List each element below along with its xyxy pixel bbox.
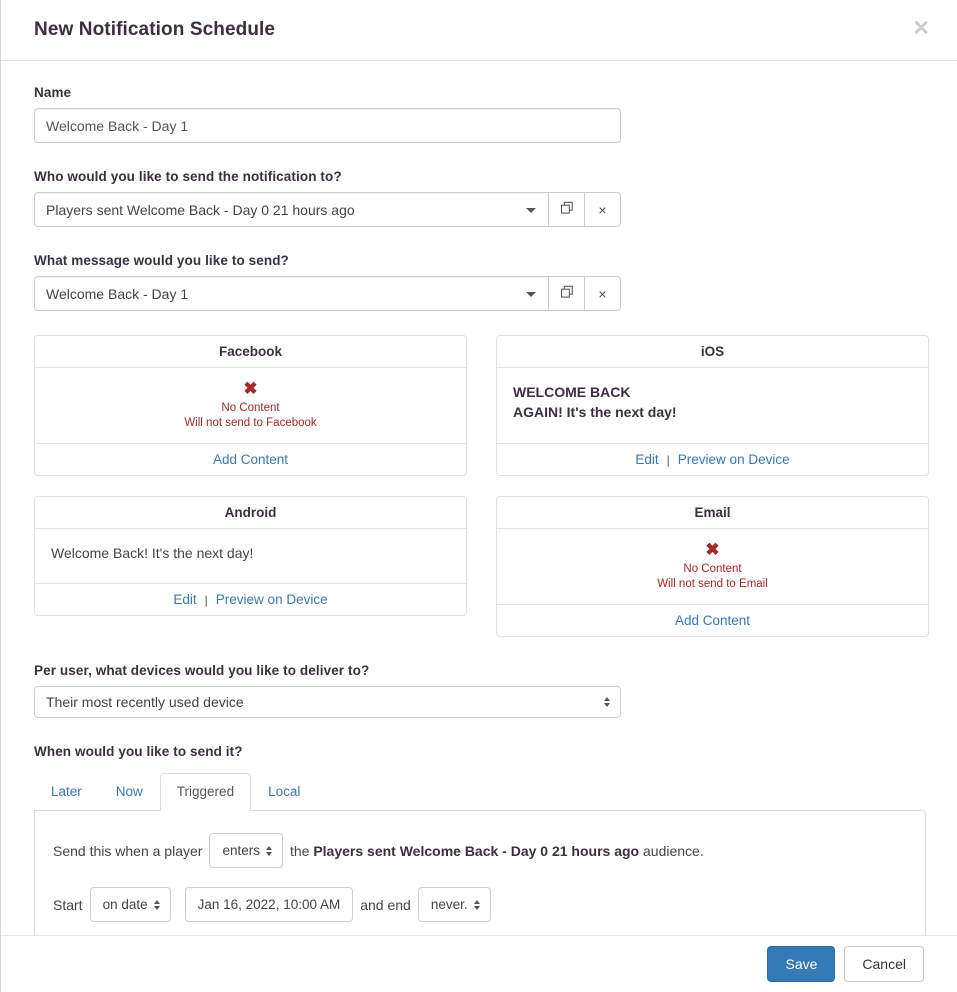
error-x-icon: ✖ — [705, 540, 720, 559]
channel-title: Facebook — [35, 336, 466, 368]
will-not-send-text: Will not send to Email — [657, 578, 768, 590]
channel-card-android: Android Welcome Back! It's the next day!… — [34, 496, 467, 616]
when-tabs: Later Now Triggered Local — [34, 773, 924, 811]
trigger-event-value: enters — [222, 843, 260, 858]
devices-label: Per user, what devices would you like to… — [34, 663, 370, 678]
triggered-panel: Send this when a player enters the Playe… — [34, 810, 926, 935]
end-mode-value: never. — [430, 897, 468, 912]
channel-body: Welcome Back! It's the next day! — [35, 529, 466, 583]
modal-header: New Notification Schedule ✕ — [1, 0, 957, 61]
clear-icon: × — [598, 285, 607, 302]
start-datetime-input[interactable]: Jan 16, 2022, 10:00 AM — [184, 887, 354, 922]
chevron-down-icon — [526, 291, 536, 297]
audience-label: Who would you like to send the notificat… — [34, 169, 342, 184]
audience-select[interactable]: Players sent Welcome Back - Day 0 21 hou… — [34, 192, 549, 227]
channel-footer: Add Content — [35, 443, 466, 475]
audience-select-value: Players sent Welcome Back - Day 0 21 hou… — [46, 201, 355, 218]
message-label: What message would you like to send? — [34, 253, 289, 268]
copy-icon — [560, 201, 574, 218]
channel-title: Email — [497, 497, 928, 529]
add-content-link[interactable]: Add Content — [213, 452, 288, 467]
trigger-schedule-row: Start on date Jan 16, 2022, 10:00 AM and… — [53, 887, 905, 922]
channel-card-email: Email ✖ No Content Will not send to Emai… — [496, 496, 929, 637]
devices-select[interactable]: Their most recently used device — [34, 686, 621, 718]
channel-footer: Edit | Preview on Device — [497, 443, 928, 475]
chevron-down-icon — [526, 207, 536, 213]
will-not-send-text: Will not send to Facebook — [184, 417, 317, 429]
message-clear-button[interactable]: × — [585, 276, 621, 311]
clear-icon: × — [598, 201, 607, 218]
start-label: Start — [53, 896, 83, 913]
copy-icon — [560, 285, 574, 302]
link-separator: | — [666, 452, 670, 467]
select-spinner-icon — [153, 899, 160, 910]
message-copy-button[interactable] — [549, 276, 585, 311]
modal-body: Name Who would you like to send the noti… — [1, 61, 957, 935]
name-input[interactable] — [34, 108, 621, 143]
select-spinner-icon — [265, 845, 272, 856]
save-button[interactable]: Save — [767, 946, 836, 982]
channel-cards: Facebook ✖ No Content Will not send to F… — [34, 335, 929, 637]
new-notification-schedule-modal: New Notification Schedule ✕ Name Who wou… — [0, 0, 957, 992]
channel-body: ✖ No Content Will not send to Email — [497, 529, 928, 604]
trigger-event-select[interactable]: enters — [209, 833, 283, 868]
cancel-button[interactable]: Cancel — [844, 946, 924, 982]
trigger-tail-text: audience. — [643, 842, 704, 859]
message-line-2: AGAIN! It's the next day! — [513, 404, 677, 420]
trigger-condition-row: Send this when a player enters the Playe… — [53, 833, 905, 868]
preview-on-device-link[interactable]: Preview on Device — [216, 592, 328, 607]
channel-title: Android — [35, 497, 466, 529]
tab-now[interactable]: Now — [99, 773, 160, 810]
select-spinner-icon — [604, 697, 610, 707]
channel-title: iOS — [497, 336, 928, 368]
channel-body: WELCOME BACK AGAIN! It's the next day! — [497, 368, 928, 443]
audience-clear-button[interactable]: × — [585, 192, 621, 227]
when-label: When would you like to send it? — [34, 744, 243, 759]
add-content-link[interactable]: Add Content — [675, 613, 750, 628]
page-title: New Notification Schedule — [34, 19, 276, 40]
edit-link[interactable]: Edit — [173, 592, 196, 607]
end-mode-select[interactable]: never. — [417, 887, 491, 922]
start-mode-select[interactable]: on date — [89, 887, 171, 922]
trigger-lead-text: Send this when a player — [53, 842, 203, 859]
channel-card-facebook: Facebook ✖ No Content Will not send to F… — [34, 335, 467, 476]
error-x-icon: ✖ — [243, 379, 258, 398]
no-content-text: No Content — [221, 402, 280, 414]
trigger-audience-name: Players sent Welcome Back - Day 0 21 hou… — [313, 842, 640, 859]
and-end-label: and end — [360, 896, 411, 913]
channel-body: ✖ No Content Will not send to Facebook — [35, 368, 466, 443]
close-icon[interactable]: ✕ — [912, 18, 930, 39]
channel-footer: Edit | Preview on Device — [35, 583, 466, 615]
channel-card-ios: iOS WELCOME BACK AGAIN! It's the next da… — [496, 335, 929, 476]
link-separator: | — [204, 592, 208, 607]
name-label: Name — [34, 85, 72, 100]
message-line-1: Welcome Back! It's the next day! — [51, 545, 254, 561]
message-select-value: Welcome Back - Day 1 — [46, 285, 189, 302]
audience-copy-button[interactable] — [549, 192, 585, 227]
tab-later[interactable]: Later — [34, 773, 99, 810]
tab-local[interactable]: Local — [251, 773, 317, 810]
message-line-1: WELCOME BACK — [513, 384, 631, 400]
modal-footer: Save Cancel — [1, 935, 957, 992]
edit-link[interactable]: Edit — [635, 452, 658, 467]
channel-footer: Add Content — [497, 604, 928, 636]
message-input-group: Welcome Back - Day 1 × — [34, 276, 621, 311]
preview-on-device-link[interactable]: Preview on Device — [678, 452, 790, 467]
audience-input-group: Players sent Welcome Back - Day 0 21 hou… — [34, 192, 621, 227]
message-select[interactable]: Welcome Back - Day 1 — [34, 276, 549, 311]
select-spinner-icon — [473, 899, 480, 910]
devices-select-value: Their most recently used device — [46, 694, 244, 710]
start-mode-value: on date — [102, 897, 148, 912]
tab-triggered[interactable]: Triggered — [159, 773, 252, 811]
trigger-mid-text: the — [289, 842, 310, 859]
no-content-text: No Content — [683, 563, 742, 575]
